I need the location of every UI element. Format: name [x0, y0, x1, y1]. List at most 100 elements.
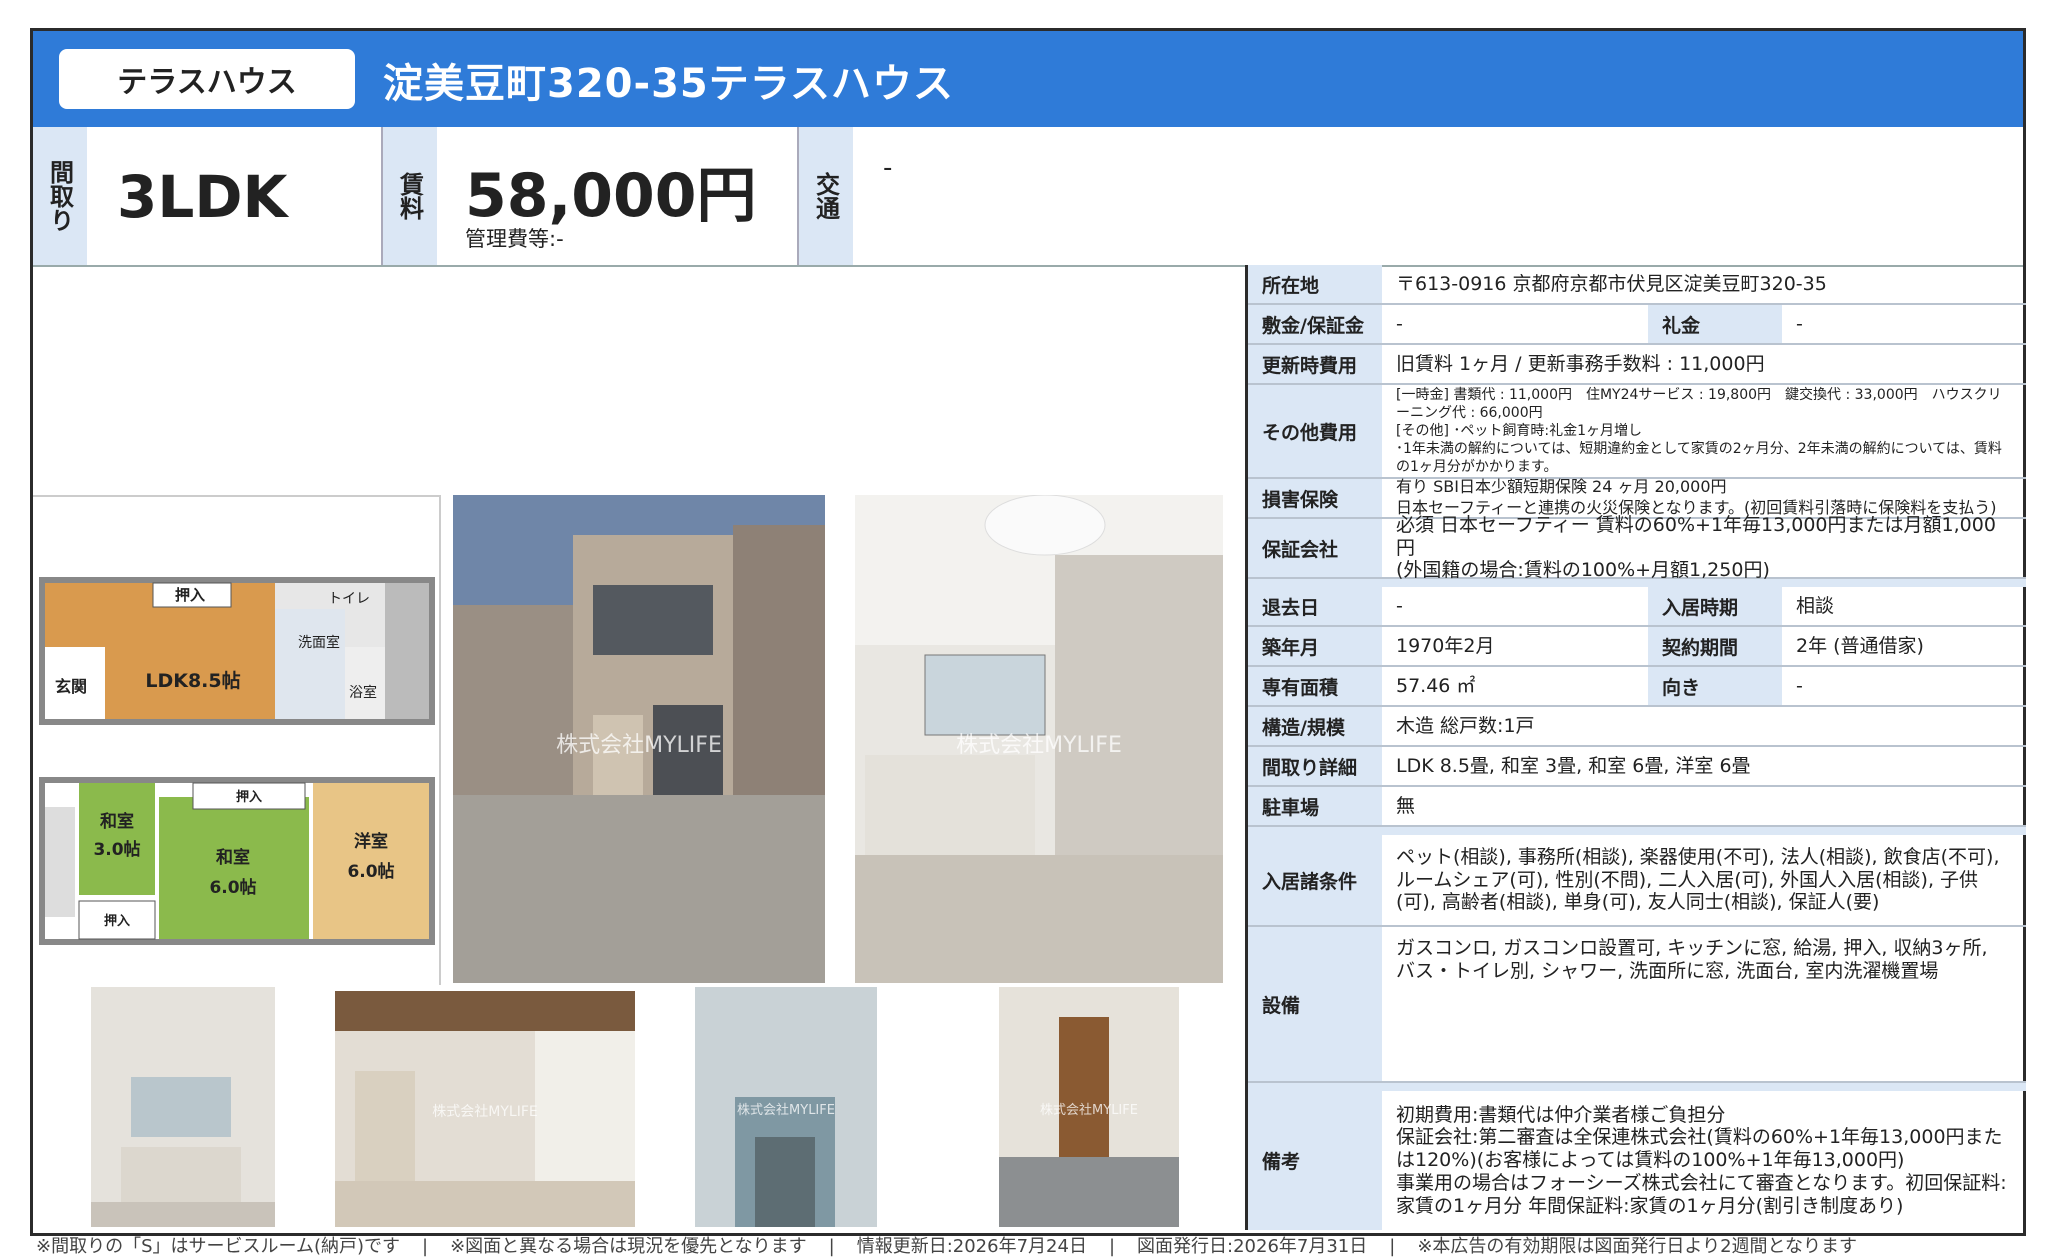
label: 築年月: [1248, 627, 1382, 665]
spacer: [1248, 1083, 2026, 1091]
floorplan-image: 押入 トイレ 洗面室 玄関 LDK8.5帖 浴室 和室 3.0帖 和室 6.0帖…: [33, 495, 441, 985]
guarantor-line: 必須 日本セーフティー 賃料の60%+1年毎13,000円または月額1,000円: [1396, 513, 1996, 559]
value: 1970年2月: [1396, 634, 1495, 657]
summary-row: 間取り 3LDK 賃料 58,000円 管理費等:- 交通 -: [33, 127, 2023, 267]
row-equipment: 設備 ガスコンロ, ガスコンロ設置可, キッチンに窓, 給湯, 押入, 収納3ヶ…: [1248, 927, 2026, 1083]
row-area: 専有面積 57.46 ㎡ 向き -: [1248, 667, 2026, 707]
row-structure: 構造/規模 木造 総戸数:1戸: [1248, 707, 2026, 747]
rent-label-cell: 賃料: [383, 127, 437, 265]
floorplan-label: 和室: [100, 811, 134, 832]
row-built: 築年月 1970年2月 契約期間 2年 (普通借家): [1248, 627, 2026, 667]
floorplan-label: 和室: [216, 847, 250, 868]
label: 更新時費用: [1248, 345, 1382, 383]
value: -: [1396, 312, 1403, 335]
footer-note: ※本広告の有効期限は図面発行日より2週間となります: [1417, 1236, 1857, 1257]
interior-photo-kitchen: 株式会社MYLIFE: [855, 495, 1223, 983]
floorplan-label: 3.0帖: [93, 839, 140, 860]
floorplan-label: 玄関: [55, 677, 87, 696]
exterior-photo: 株式会社MYLIFE: [453, 495, 825, 983]
footer-note: ※図面と異なる場合は現況を優先となります: [450, 1236, 807, 1257]
photo-entrance: 株式会社MYLIFE: [999, 987, 1179, 1227]
floorplan-label: LDK8.5帖: [145, 669, 240, 692]
value: 相談: [1796, 594, 1835, 617]
other-fee-line: [一時金] 書類代 : 11,000円 住MY24サービス : 19,800円 …: [1396, 386, 2002, 421]
remarks-line: 事業用の場合はフォーシーズ株式会社にて審査となります。初回保証料:家賃の1ヶ月分…: [1396, 1171, 2007, 1217]
label: その他費用: [1248, 385, 1382, 477]
footer-separator: |: [422, 1236, 429, 1257]
row-vacate: 退去日 - 入居時期 相談: [1248, 587, 2026, 627]
remarks-line: 保証会社:第二審査は全保連株式会社(賃料の60%+1年毎13,000円または12…: [1396, 1126, 2003, 1172]
photo-bathroom: 株式会社MYLIFE: [695, 987, 877, 1227]
row-address: 所在地 〒613-0916 京都府京都市伏見区淀美豆町320-35: [1248, 265, 2026, 305]
other-fee-line: [その他] ･ペット飼育時:礼金1ヶ月増し: [1396, 422, 1642, 439]
row-renewal: 更新時費用 旧賃料 1ヶ月 / 更新事務手数料 : 11,000円: [1248, 345, 2026, 385]
label: 設備: [1248, 927, 1382, 1081]
insurance-line: 有り SBI日本少額短期保険 24 ヶ月 20,000円: [1396, 477, 1727, 497]
footer-separator: |: [1108, 1236, 1116, 1257]
value: LDK 8.5畳, 和室 3畳, 和室 6畳, 洋室 6畳: [1396, 754, 1751, 777]
remarks-line: 初期費用:書類代は仲介業者様ご負担分: [1396, 1103, 1726, 1126]
value: 57.46 ㎡: [1396, 674, 1476, 697]
label: 契約期間: [1648, 627, 1782, 665]
label: 構造/規模: [1248, 707, 1382, 745]
floorplan-label: 浴室: [349, 684, 377, 701]
row-other-fees: その他費用 [一時金] 書類代 : 11,000円 住MY24サービス : 19…: [1248, 385, 2026, 479]
label: 入居諸条件: [1248, 835, 1382, 925]
value: -: [1396, 594, 1403, 617]
label: 損害保険: [1248, 479, 1382, 517]
photo-kitchen-2: [91, 987, 275, 1227]
access-label: 交通: [811, 172, 840, 220]
header-bar: テラスハウス 淀美豆町320-35テラスハウス: [33, 31, 2023, 127]
rent-label: 賃料: [395, 172, 424, 220]
value: 木造 総戸数:1戸: [1396, 714, 1535, 737]
value: 旧賃料 1ヶ月 / 更新事務手数料 : 11,000円: [1396, 352, 1765, 375]
footer-notes: ※間取りの「S」はサービスルーム(納戸)です | ※図面と異なる場合は現況を優先とな…: [36, 1232, 1857, 1258]
value: ガスコンロ, ガスコンロ設置可, キッチンに窓, 給湯, 押入, 収納3ヶ所, …: [1396, 937, 1988, 982]
value: -: [1796, 312, 1803, 335]
row-parking: 駐車場 無: [1248, 787, 2026, 827]
label: 所在地: [1248, 265, 1382, 303]
label: 敷金/保証金: [1248, 305, 1382, 343]
label: 向き: [1648, 667, 1782, 705]
footer-separator: |: [828, 1236, 835, 1257]
floorplan-label: トイレ: [328, 591, 370, 607]
label: 備考: [1248, 1091, 1382, 1230]
label: 退去日: [1248, 587, 1382, 625]
property-title: 淀美豆町320-35テラスハウス: [383, 61, 954, 107]
value: 初期費用:書類代は仲介業者様ご負担分 保証会社:第二審査は全保連株式会社(賃料の…: [1382, 1091, 2026, 1230]
label: 専有面積: [1248, 667, 1382, 705]
layout-value: 3LDK: [117, 163, 288, 231]
photo-area: 押入 トイレ 洗面室 玄関 LDK8.5帖 浴室 和室 3.0帖 和室 6.0帖…: [33, 265, 1245, 1230]
value: ペット(相談), 事務所(相談), 楽器使用(不可), 法人(相談), 飲食店(…: [1396, 845, 2000, 914]
value: 有り SBI日本少額短期保険 24 ヶ月 20,000円 日本セーフティーと連携…: [1382, 477, 2026, 517]
label: 間取り詳細: [1248, 747, 1382, 785]
other-fee-line: ･1年未満の解約については、短期違約金として家賃の2ヶ月分、2年未満の解約につい…: [1396, 441, 2002, 476]
photo-room: 株式会社MYLIFE: [335, 991, 635, 1227]
management-fee: 管理費等:-: [465, 227, 564, 251]
label: 保証会社: [1248, 519, 1382, 577]
floorplan-label: 洗面室: [298, 634, 340, 651]
floorplan-label: 洋室: [354, 831, 388, 852]
value: 2年 (普通借家): [1796, 634, 1924, 657]
value: 無: [1396, 794, 1416, 817]
row-deposit: 敷金/保証金 - 礼金 -: [1248, 305, 2026, 345]
label: 駐車場: [1248, 787, 1382, 825]
value: 必須 日本セーフティー 賃料の60%+1年毎13,000円または月額1,000円…: [1382, 514, 2026, 582]
layout-label-cell: 間取り: [33, 127, 87, 265]
property-type-badge: テラスハウス: [59, 49, 355, 109]
row-remarks: 備考 初期費用:書類代は仲介業者様ご負担分 保証会社:第二審査は全保連株式会社(…: [1248, 1091, 2026, 1230]
row-guarantor: 保証会社 必須 日本セーフティー 賃料の60%+1年毎13,000円または月額1…: [1248, 514, 2026, 582]
row-layout-detail: 間取り詳細 LDK 8.5畳, 和室 3畳, 和室 6畳, 洋室 6畳: [1248, 747, 2026, 787]
floorplan-label: 6.0帖: [209, 877, 256, 898]
footer-note: 情報更新日:2026年7月24日: [856, 1236, 1087, 1257]
floorplan-label: 押入: [236, 789, 262, 805]
floorplan-label: 6.0帖: [347, 861, 394, 882]
label: 入居時期: [1648, 587, 1782, 625]
value: 〒613-0916 京都府京都市伏見区淀美豆町320-35: [1396, 272, 1827, 295]
spacer: [1248, 579, 2026, 587]
value: [一時金] 書類代 : 11,000円 住MY24サービス : 19,800円 …: [1382, 385, 2026, 477]
floorplan-label: 押入: [104, 913, 130, 929]
spacer: [1248, 827, 2026, 835]
access-label-cell: 交通: [799, 127, 853, 265]
floorplan-label: 押入: [175, 586, 205, 604]
